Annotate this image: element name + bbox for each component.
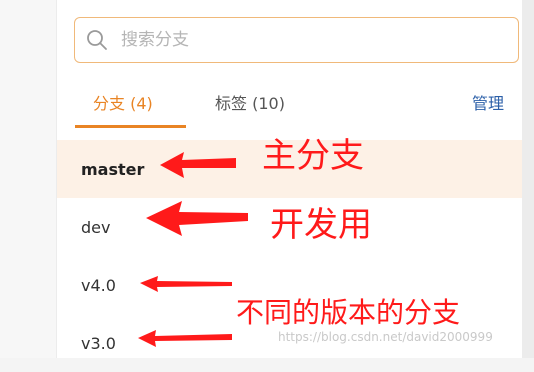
watermark: https://blog.csdn.net/david2000999 <box>278 330 493 344</box>
branch-name: v4.0 <box>81 275 116 295</box>
tab-tags[interactable]: 标签 (10) <box>215 90 285 114</box>
scrollbar-track[interactable] <box>522 0 534 358</box>
tab-bar: 分支 (4) 标签 (10) 管理 <box>57 82 522 128</box>
left-sidebar-strip <box>0 0 57 358</box>
manage-link[interactable]: 管理 <box>472 90 504 114</box>
search-input[interactable] <box>119 29 503 51</box>
active-tab-indicator <box>75 125 186 128</box>
tab-branches[interactable]: 分支 (4) <box>93 90 153 114</box>
branch-name: dev <box>81 217 111 237</box>
branch-name: master <box>81 159 145 179</box>
annotation-dev-branch: 开发用 <box>270 205 372 245</box>
annotation-version-branches: 不同的版本的分支 <box>236 296 461 329</box>
annotation-main-branch: 主分支 <box>262 136 364 176</box>
search-icon <box>87 30 107 50</box>
search-box[interactable] <box>74 17 519 63</box>
branch-name: v3.0 <box>81 333 116 353</box>
